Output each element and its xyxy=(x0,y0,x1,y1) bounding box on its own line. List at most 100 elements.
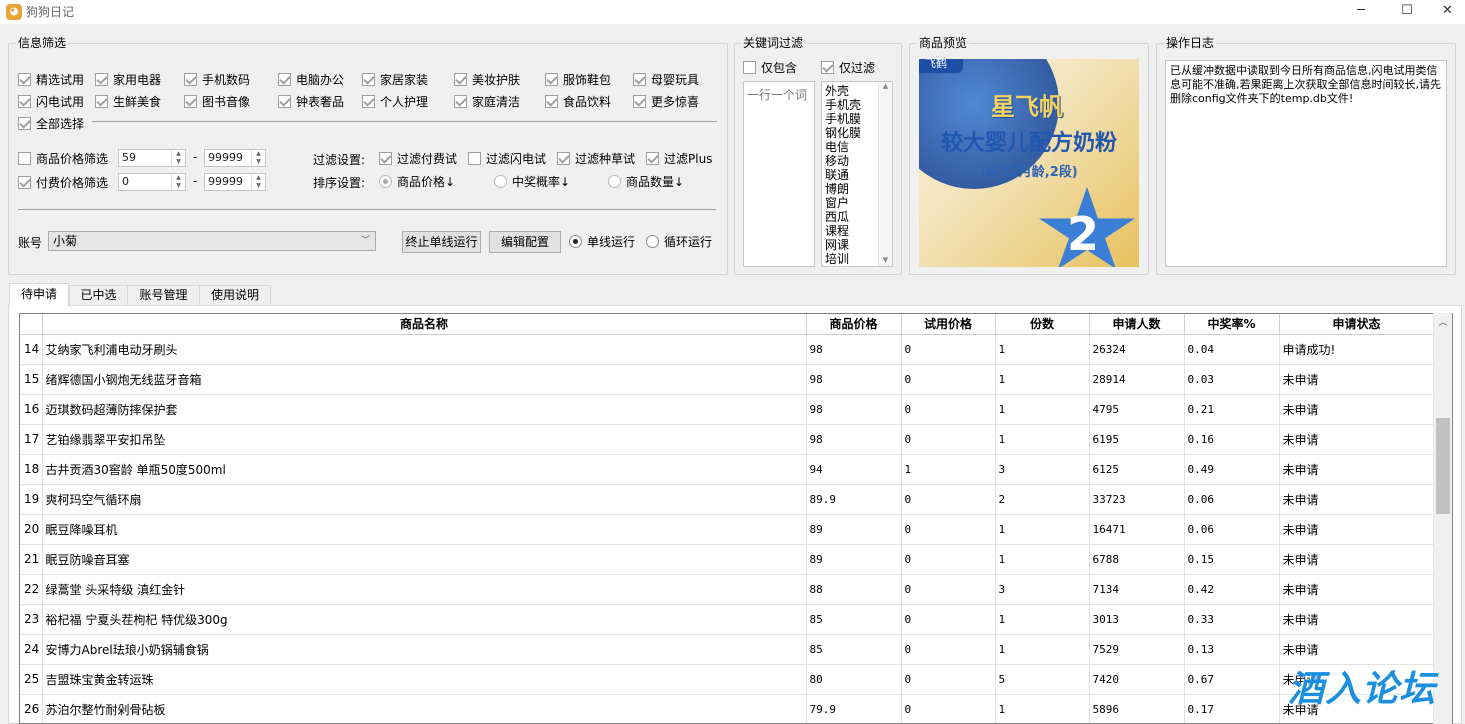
column-header[interactable]: 商品价格 xyxy=(806,314,902,335)
value-cell[interactable]: 2 xyxy=(995,484,1090,515)
product-name-cell[interactable]: 爽柯玛空气循环扇 xyxy=(42,484,807,515)
price-max-spinner[interactable]: 99999 ▲ ▼ xyxy=(204,149,266,167)
column-header[interactable]: 份数 xyxy=(995,314,1090,335)
category-checkbox[interactable]: 个人护理 xyxy=(362,93,428,109)
product-name-cell[interactable]: 艺铂缘翡翠平安扣吊坠 xyxy=(42,424,807,455)
value-cell[interactable]: 98 xyxy=(806,394,902,425)
value-cell[interactable]: 0.67 xyxy=(1184,664,1280,695)
value-cell[interactable]: 80 xyxy=(806,664,902,695)
value-cell[interactable]: 94 xyxy=(806,454,902,485)
table-row[interactable]: 21 眠豆防噪音耳塞 89 0 1 6788 0.15 未申请 xyxy=(20,544,1435,575)
filter-option-checkbox[interactable]: 过滤Plus xyxy=(646,150,712,166)
product-name-cell[interactable]: 艾纳家飞利浦电动牙刷头 xyxy=(42,334,807,365)
paid-filter-checkbox[interactable]: 付费价格筛选 xyxy=(18,174,108,190)
product-name-cell[interactable]: 吉盟珠宝黄金转运珠 xyxy=(42,664,807,695)
table-row[interactable]: 22 绿蒿堂 头采特级 滇红金针 88 0 3 7134 0.42 未申请 xyxy=(20,574,1435,605)
column-header[interactable]: 中奖率% xyxy=(1184,314,1280,335)
value-cell[interactable]: 0.49 xyxy=(1184,454,1280,485)
scroll-up-icon[interactable]: ︿ xyxy=(1434,315,1452,328)
maximize-button[interactable]: ☐ xyxy=(1384,0,1430,24)
category-checkbox[interactable]: 图书音像 xyxy=(184,93,250,109)
value-cell[interactable]: 0.15 xyxy=(1184,544,1280,575)
value-cell[interactable]: 89 xyxy=(806,514,902,545)
category-checkbox[interactable]: 家用电器 xyxy=(95,71,161,87)
sort-qty-radio[interactable]: 商品数量↓ xyxy=(608,173,684,189)
scroll-down-icon[interactable]: ▼ xyxy=(879,256,892,264)
column-header[interactable]: 试用价格 xyxy=(901,314,996,335)
value-cell[interactable]: 28914 xyxy=(1089,364,1185,395)
value-cell[interactable]: 3 xyxy=(995,574,1090,605)
single-run-radio[interactable]: 单线运行 xyxy=(569,233,635,249)
value-cell[interactable]: 33723 xyxy=(1089,484,1185,515)
checkbox-box[interactable] xyxy=(821,60,834,74)
checkbox-box[interactable] xyxy=(278,94,291,108)
status-cell[interactable]: 申请成功! xyxy=(1279,334,1435,365)
value-cell[interactable]: 1 xyxy=(901,454,996,485)
edit-config-button[interactable]: 编辑配置 xyxy=(489,231,561,253)
table-row[interactable]: 23 裕杞福 宁夏头茬枸杞 特优级300g 85 0 1 3013 0.33 未申请 xyxy=(20,604,1435,635)
value-cell[interactable]: 0 xyxy=(901,514,996,545)
value-cell[interactable]: 1 xyxy=(995,634,1090,665)
status-cell[interactable]: 未申请 xyxy=(1279,604,1435,635)
value-cell[interactable]: 3013 xyxy=(1089,604,1185,635)
radio-dot[interactable] xyxy=(646,234,659,248)
spinner-arrows-icon[interactable]: ▲ ▼ xyxy=(171,174,185,190)
value-cell[interactable]: 3 xyxy=(995,454,1090,485)
category-checkbox[interactable]: 家庭清洁 xyxy=(454,93,520,109)
product-name-cell[interactable]: 迈琪数码超薄防摔保护套 xyxy=(42,394,807,425)
value-cell[interactable]: 0 xyxy=(901,694,996,723)
product-name-cell[interactable]: 苏泊尔整竹耐剁骨砧板 xyxy=(42,694,807,723)
checkbox-box[interactable] xyxy=(362,94,375,108)
value-cell[interactable]: 1 xyxy=(995,394,1090,425)
product-name-cell[interactable]: 安博力Abrel珐琅小奶锅辅食锅 xyxy=(42,634,807,665)
value-cell[interactable]: 1 xyxy=(995,364,1090,395)
checkbox-box[interactable] xyxy=(18,116,31,130)
value-cell[interactable]: 0 xyxy=(901,334,996,365)
table-row[interactable]: 16 迈琪数码超薄防摔保护套 98 0 1 4795 0.21 未申请 xyxy=(20,394,1435,425)
value-cell[interactable]: 0 xyxy=(901,544,996,575)
value-cell[interactable]: 6788 xyxy=(1089,544,1185,575)
include-words-textarea[interactable]: 一行一个词 xyxy=(743,81,815,267)
tab-selected[interactable]: 已中选 xyxy=(69,285,128,305)
spinner-arrows-icon[interactable]: ▲ ▼ xyxy=(251,174,265,190)
value-cell[interactable]: 26324 xyxy=(1089,334,1185,365)
filter-words-scrollbar[interactable]: ▲ ▼ xyxy=(878,82,892,266)
category-checkbox[interactable]: 食品饮料 xyxy=(545,93,611,109)
checkbox-box[interactable] xyxy=(545,72,558,86)
value-cell[interactable]: 85 xyxy=(806,604,902,635)
product-name-cell[interactable]: 绪辉德国小钢炮无线蓝牙音箱 xyxy=(42,364,807,395)
spinner-arrows-icon[interactable]: ▲ ▼ xyxy=(171,150,185,166)
only-filter-checkbox[interactable]: 仅过滤 xyxy=(821,59,875,75)
checkbox-box[interactable] xyxy=(184,94,197,108)
value-cell[interactable]: 0 xyxy=(901,574,996,605)
value-cell[interactable]: 1 xyxy=(995,424,1090,455)
table-row[interactable]: 17 艺铂缘翡翠平安扣吊坠 98 0 1 6195 0.16 未申请 xyxy=(20,424,1435,455)
value-cell[interactable]: 1 xyxy=(995,544,1090,575)
checkbox-box[interactable] xyxy=(743,60,756,74)
loop-run-radio[interactable]: 循环运行 xyxy=(646,233,712,249)
value-cell[interactable]: 1 xyxy=(995,514,1090,545)
paid-max-spinner[interactable]: 99999 ▲ ▼ xyxy=(204,173,266,191)
checkbox-box[interactable] xyxy=(18,175,31,189)
table-row[interactable]: 18 古井贡酒30窖龄 单瓶50度500ml 94 1 3 6125 0.49 未申请 xyxy=(20,454,1435,485)
value-cell[interactable]: 0.21 xyxy=(1184,394,1280,425)
row-number[interactable]: 18 xyxy=(20,454,43,485)
value-cell[interactable]: 5 xyxy=(995,664,1090,695)
table-row[interactable]: 15 绪辉德国小钢炮无线蓝牙音箱 98 0 1 28914 0.03 未申请 xyxy=(20,364,1435,395)
row-number[interactable]: 25 xyxy=(20,664,43,695)
row-number[interactable]: 15 xyxy=(20,364,43,395)
row-number[interactable]: 20 xyxy=(20,514,43,545)
checkbox-box[interactable] xyxy=(557,151,570,165)
status-cell[interactable]: 未申请 xyxy=(1279,574,1435,605)
table-row[interactable]: 19 爽柯玛空气循环扇 89.9 0 2 33723 0.06 未申请 xyxy=(20,484,1435,515)
category-checkbox[interactable]: 母婴玩具 xyxy=(633,71,699,87)
value-cell[interactable]: 89.9 xyxy=(806,484,902,515)
value-cell[interactable]: 0 xyxy=(901,394,996,425)
checkbox-box[interactable] xyxy=(18,94,31,108)
category-checkbox[interactable]: 美妆护肤 xyxy=(454,71,520,87)
row-number[interactable]: 17 xyxy=(20,424,43,455)
close-button[interactable]: ✕ xyxy=(1430,0,1465,24)
price-filter-checkbox[interactable]: 商品价格筛选 xyxy=(18,150,108,166)
spinner-arrows-icon[interactable]: ▲ ▼ xyxy=(251,150,265,166)
status-cell[interactable]: 未申请 xyxy=(1279,364,1435,395)
